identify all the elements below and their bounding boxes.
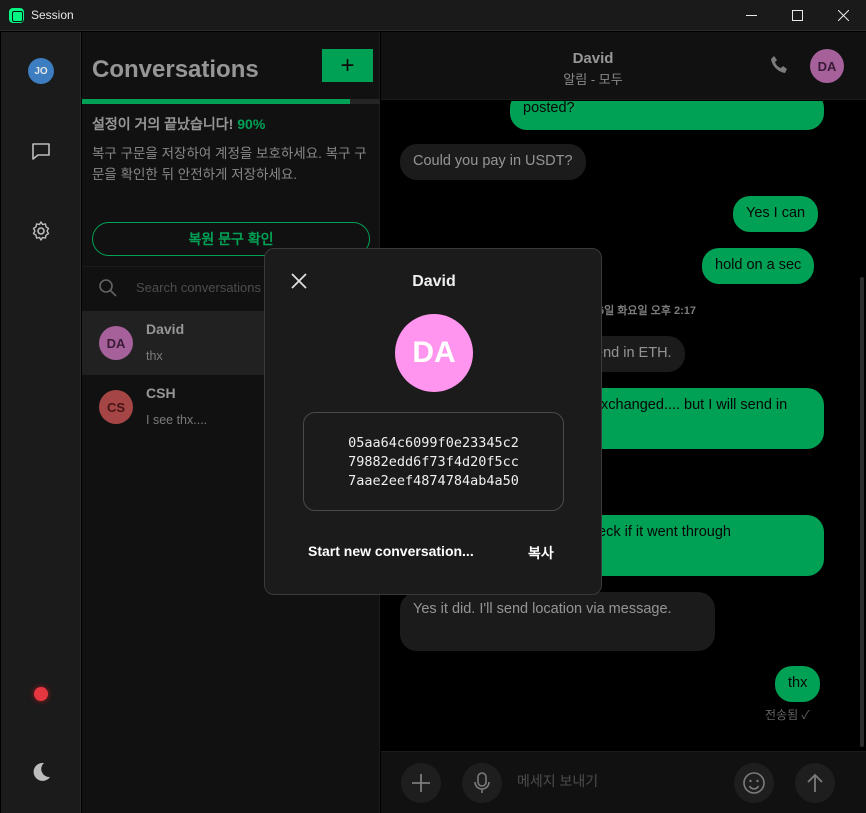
modal-title: David — [412, 273, 456, 290]
modal-avatar: DA — [395, 314, 473, 392]
session-id-line: 79882edd6f73f4d20f5cc — [348, 454, 519, 470]
session-logo-icon — [9, 8, 24, 23]
user-details-modal: David DA 05aa64c6099f0e23345c2 79882edd6… — [264, 248, 602, 595]
profile-avatar[interactable]: JO — [28, 58, 54, 84]
window-title: Session — [31, 8, 74, 22]
moon-icon[interactable] — [29, 760, 53, 784]
session-id-line: 05aa64c6099f0e23345c2 — [348, 435, 519, 451]
session-id-box[interactable]: 05aa64c6099f0e23345c2 79882edd6f73f4d20f… — [303, 412, 564, 511]
nav-rail: JO — [1, 32, 81, 813]
title-bar: Session — [0, 0, 866, 31]
maximize-button[interactable] — [774, 0, 820, 31]
online-status-dot[interactable] — [34, 687, 48, 701]
close-button[interactable] — [820, 0, 866, 31]
copy-button[interactable]: 복사 — [528, 543, 554, 563]
chat-bubble-icon[interactable] — [29, 139, 53, 163]
session-id-line: 7aae2eef4874784ab4a50 — [348, 473, 519, 489]
gear-icon[interactable] — [29, 219, 53, 243]
start-conversation-button[interactable]: Start new conversation... — [308, 543, 474, 559]
minimize-button[interactable] — [728, 0, 774, 31]
